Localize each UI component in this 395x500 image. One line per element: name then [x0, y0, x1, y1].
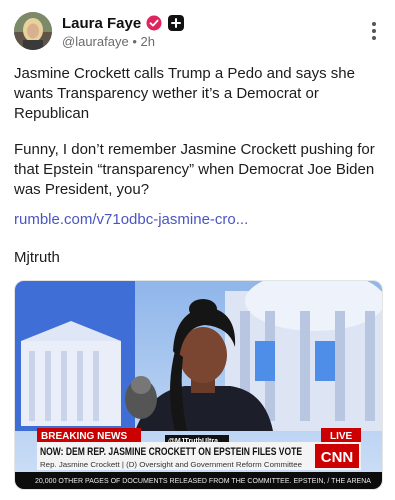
capitol-left [21, 321, 121, 426]
handle-row: @laurafaye • 2h [62, 34, 155, 49]
vertical-ellipsis-icon [372, 22, 376, 26]
meta-separator: • [132, 34, 137, 49]
ticker-text: 20,000 OTHER PAGES OF DOCUMENTS RELEASED… [35, 478, 371, 485]
video-thumbnail[interactable]: @MJTruthUltra BREAKING NEWS LIVE NOW: DE… [14, 280, 383, 490]
avatar[interactable] [14, 12, 52, 50]
subline-text: Rep. Jasmine Crockett | (D) Oversight an… [40, 460, 302, 469]
post-header: Laura Faye @laurafaye • 2h [14, 12, 381, 52]
follow-plus-button[interactable] [168, 15, 185, 31]
author-handle[interactable]: @laurafaye [62, 34, 129, 49]
cnn-logo: CNN [321, 449, 354, 466]
post-link[interactable]: rumble.com/v71odbc-jasmine-cro... [14, 210, 248, 230]
post-signature: Mjtruth [14, 249, 60, 266]
headline-text: NOW: DEM REP. JASMINE CROCKETT ON EPSTEI… [40, 446, 302, 458]
post-time[interactable]: 2h [141, 34, 155, 49]
more-options-button[interactable] [371, 22, 377, 40]
post-paragraph: Funny, I don’t remember Jasmine Crockett… [14, 141, 375, 198]
live-label: LIVE [330, 431, 353, 442]
plus-icon [171, 18, 182, 28]
name-row: Laura Faye [62, 13, 185, 33]
breaking-label: BREAKING NEWS [41, 431, 127, 442]
verified-badge-icon [146, 15, 162, 31]
author-name[interactable]: Laura Faye [62, 15, 141, 32]
post-paragraph: Jasmine Crockett calls Trump a Pedo and … [14, 65, 355, 122]
